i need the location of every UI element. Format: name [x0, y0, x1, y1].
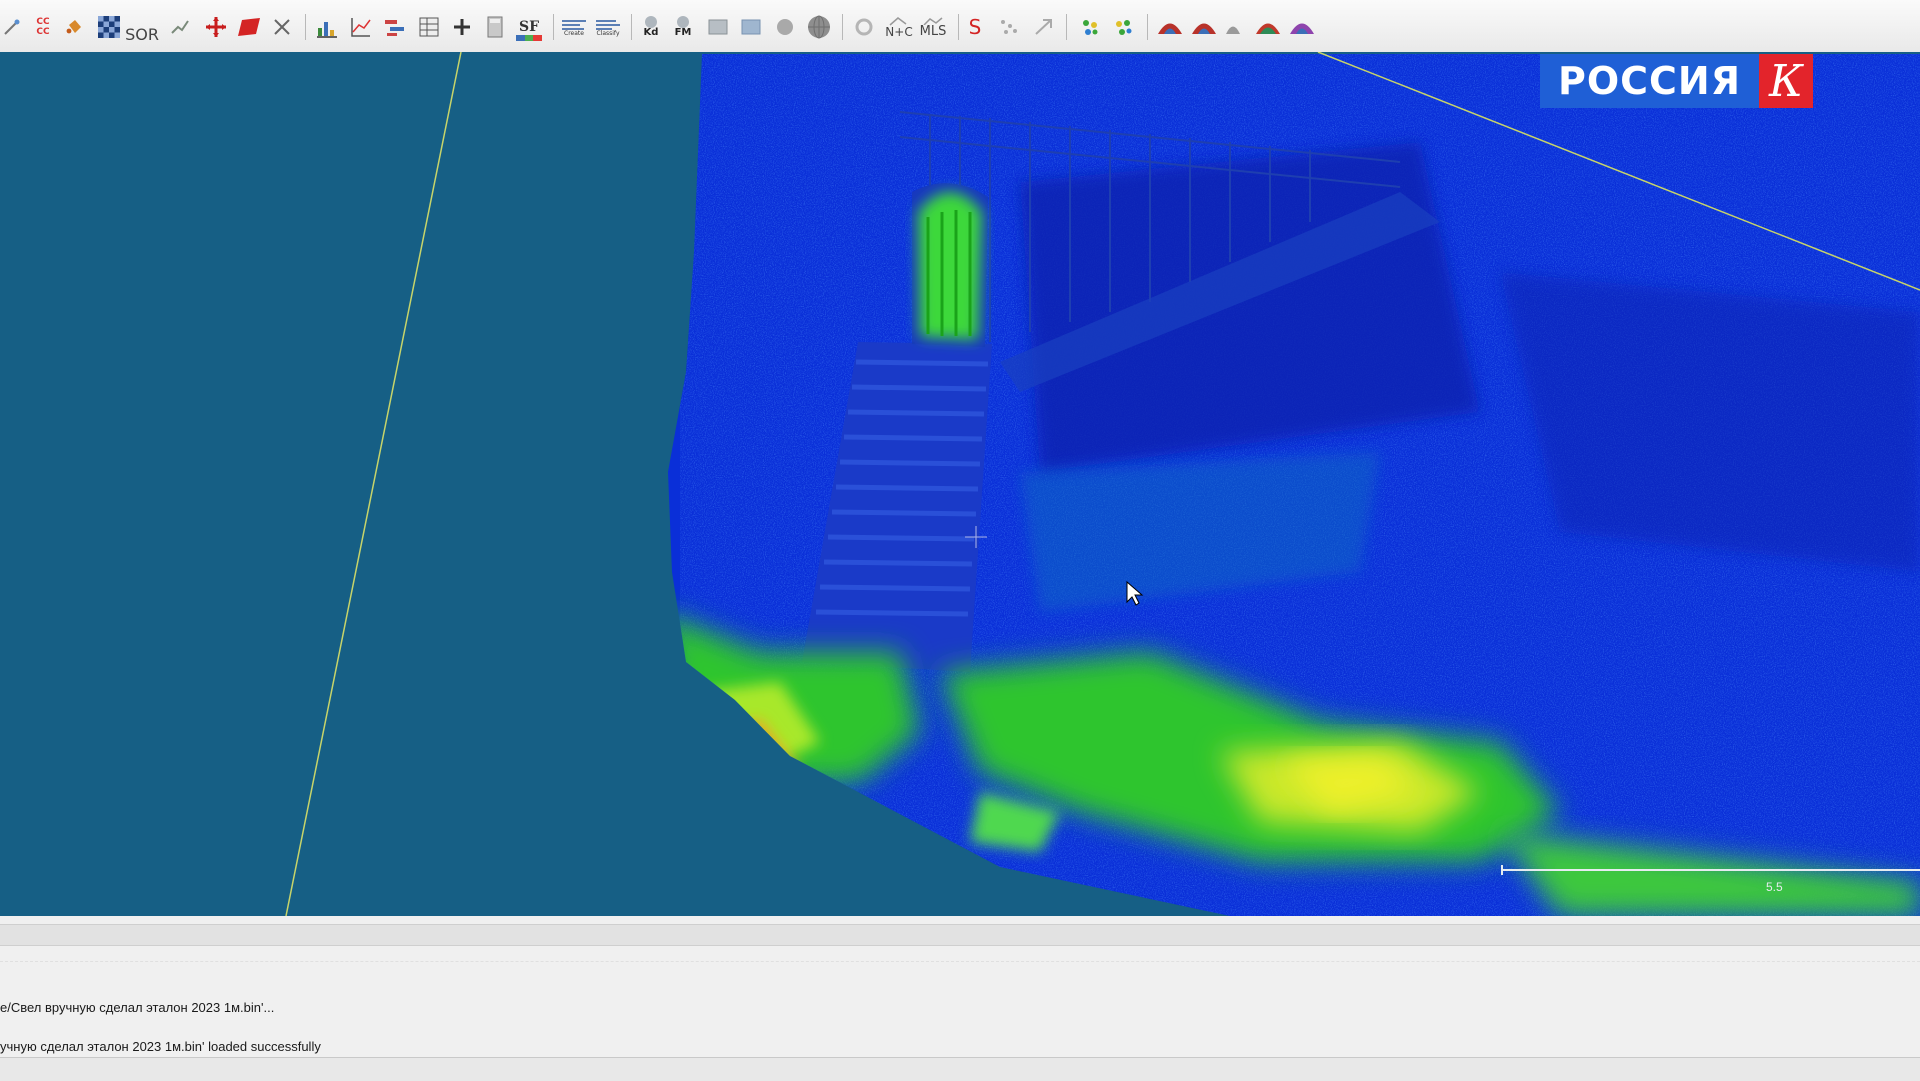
globe-icon[interactable] [806, 15, 832, 39]
histogram-icon[interactable] [316, 16, 338, 38]
scissors-icon[interactable] [272, 16, 292, 38]
animation-icon[interactable] [852, 16, 876, 38]
register-icon[interactable] [1032, 16, 1056, 38]
toolbar-separator [305, 14, 306, 40]
normal-compute-icon[interactable]: N+C [884, 16, 914, 38]
sphere-fit-icon[interactable] [706, 16, 730, 38]
ransac-icon[interactable] [384, 16, 408, 38]
3d-view[interactable]: 5.5 [0, 52, 1920, 916]
toolbar-separator [1066, 14, 1067, 40]
panel-header [0, 924, 1920, 946]
console-line: учную сделал эталон 2023 1м.bin' loaded … [0, 1039, 321, 1054]
translate-rotate-icon[interactable] [205, 16, 227, 38]
qpcv-icon[interactable] [1255, 16, 1281, 38]
panel-divider [0, 961, 1920, 962]
canupo-create-icon[interactable]: Create [558, 16, 590, 38]
point-cloud [285, 52, 1920, 916]
console-line: e/Свел вручную сделал эталон 2023 1м.bin… [0, 1000, 275, 1015]
channel-logo-letter: К [1759, 54, 1813, 108]
toolbar-separator [958, 14, 959, 40]
color-cloud-icon[interactable] [1078, 16, 1102, 38]
scalar-field-icon[interactable]: SF [514, 20, 544, 42]
ball-icon[interactable] [774, 16, 796, 38]
main-toolbar: CC CC SOR SF Create Classify Kd FM N+C M… [0, 0, 1920, 53]
cloud-small-icon[interactable] [1224, 16, 1242, 38]
toolbar-separator [631, 14, 632, 40]
fit-plane-icon[interactable] [236, 16, 262, 38]
status-bar [0, 1057, 1920, 1081]
mls-smoothing-icon[interactable]: MLS [918, 16, 948, 38]
channel-logo-text: РОССИЯ [1540, 54, 1759, 108]
scatter-icon[interactable] [997, 16, 1021, 38]
trace-polyline-icon[interactable] [170, 16, 190, 38]
qcsf-icon[interactable] [1289, 16, 1315, 38]
kd-tree-icon[interactable]: Kd [638, 16, 664, 38]
sor-filter-icon[interactable]: SOR [125, 24, 159, 46]
bucket-fill-icon[interactable] [64, 16, 84, 38]
reference-line-left [285, 52, 462, 916]
add-point-icon[interactable] [452, 16, 472, 38]
scale-bar-label: 5.5 [1766, 880, 1783, 894]
toolbar-separator [842, 14, 843, 40]
s-curve-icon[interactable]: S [965, 16, 985, 38]
qanimation-icon[interactable] [1157, 16, 1183, 38]
table-icon[interactable] [418, 16, 440, 38]
toolbar-separator [1147, 14, 1148, 40]
gate [918, 192, 982, 340]
point-list-picking-icon[interactable] [2, 16, 22, 38]
color-cloud-2-icon[interactable] [1111, 16, 1135, 38]
calculator-icon[interactable] [485, 16, 505, 38]
plot-graph-icon[interactable] [350, 16, 372, 38]
checkerboard-icon[interactable] [97, 16, 121, 38]
mesh-icon[interactable] [739, 16, 763, 38]
qhidden-point-icon[interactable] [1191, 16, 1217, 38]
canupo-classify-icon[interactable]: Classify [592, 16, 624, 38]
cloud-compare-icon[interactable]: CC CC [31, 16, 55, 38]
channel-logo: РОССИЯ К [1540, 54, 1813, 108]
toolbar-separator [553, 14, 554, 40]
facet-icon[interactable]: FM [670, 16, 696, 38]
console-panel: e/Свел вручную сделал эталон 2023 1м.bin… [0, 916, 1920, 1081]
